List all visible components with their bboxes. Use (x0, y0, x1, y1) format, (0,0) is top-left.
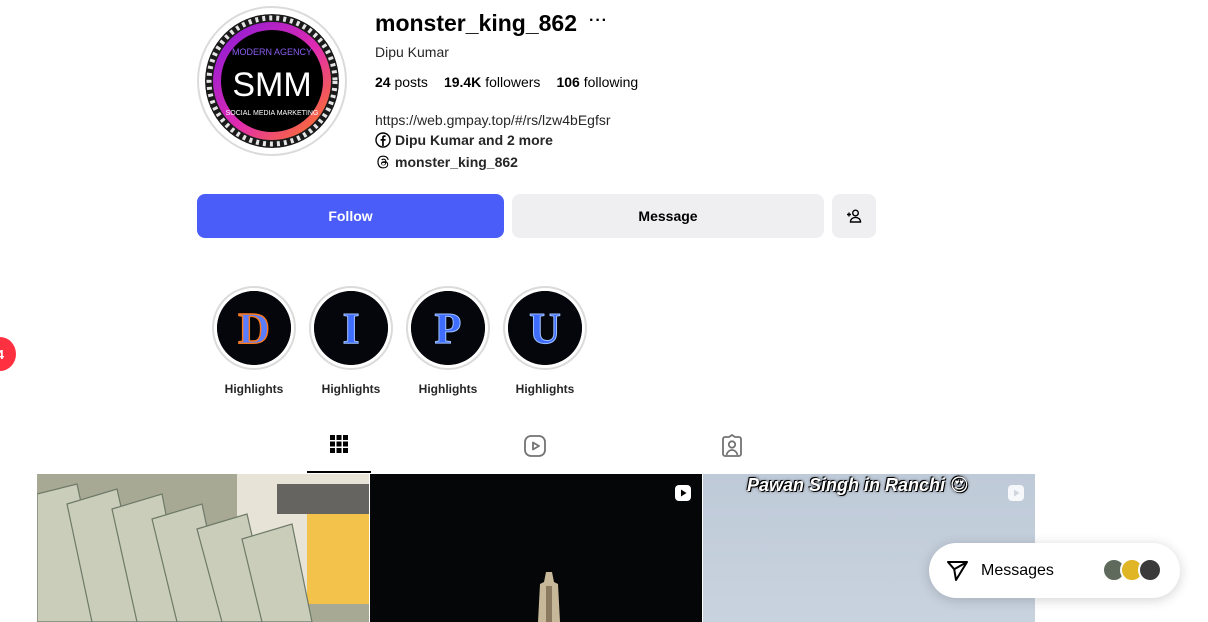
svg-text:I: I (342, 304, 359, 353)
highlight-label: Highlights (418, 382, 478, 396)
followers-count[interactable]: 19.4K followers (444, 74, 541, 90)
highlight-cover: P (406, 286, 490, 370)
recent-chats (1102, 558, 1162, 582)
messages-label: Messages (981, 561, 1054, 579)
suggest-user-button[interactable] (832, 194, 876, 238)
post-tile[interactable] (37, 474, 369, 622)
highlight-cover: U (503, 286, 587, 370)
message-button[interactable]: Message (512, 194, 824, 238)
tagged-icon (722, 434, 742, 457)
post-caption: Pawan Singh in Ranchi 😍 (747, 475, 969, 495)
follow-button[interactable]: Follow (197, 194, 504, 238)
active-tab-indicator (307, 471, 371, 473)
highlight-cover: I (309, 286, 393, 370)
bio-link[interactable]: https://web.gmpay.top/#/rs/lzw4bEgfsr (375, 112, 611, 128)
highlight-item[interactable]: P Highlights (406, 286, 490, 396)
avatar-text-main: SMM (232, 66, 311, 104)
person-add-icon (847, 209, 862, 223)
post-image (370, 474, 702, 622)
highlight-label: Highlights (321, 382, 381, 396)
tab-tagged[interactable] (700, 434, 764, 474)
highlight-label: Highlights (515, 382, 575, 396)
posts-count: 24 posts (375, 74, 428, 90)
avatar-text-top: MODERN AGENCY (232, 47, 312, 57)
highlight-label: Highlights (224, 382, 284, 396)
highlight-item[interactable]: D Highlights (212, 286, 296, 396)
avatar-image: MODERN AGENCY SMM SOCIAL MEDIA MARKETING (205, 14, 339, 148)
reels-icon (524, 435, 546, 457)
facebook-link[interactable]: Dipu Kumar and 2 more (375, 132, 553, 148)
reel-badge-icon (1008, 485, 1024, 501)
tab-posts[interactable] (307, 434, 371, 474)
send-icon (947, 560, 968, 581)
highlight-item[interactable]: U Highlights (503, 286, 587, 396)
highlight-item[interactable]: I Highlights (309, 286, 393, 396)
more-options-button[interactable]: ··· (589, 12, 608, 30)
threads-link[interactable]: monster_king_862 (375, 154, 518, 170)
svg-text:P: P (435, 304, 462, 353)
messages-button[interactable]: Messages (929, 543, 1180, 598)
full-name: Dipu Kumar (375, 44, 449, 60)
post-image (37, 474, 369, 622)
svg-text:D: D (238, 304, 270, 353)
facebook-icon (375, 132, 391, 148)
tab-reels[interactable] (503, 434, 567, 474)
following-count[interactable]: 106 following (556, 74, 638, 90)
notification-badge[interactable]: 4 (0, 337, 16, 371)
threads-icon (377, 155, 389, 169)
profile-page: 4 MODERN AGENCY SMM SOCIAL MEDIA MARKETI… (0, 0, 1208, 622)
highlight-cover: D (212, 286, 296, 370)
profile-stats: 24 posts 19.4K followers 106 following (375, 74, 638, 90)
username: monster_king_862 (375, 10, 577, 36)
profile-avatar[interactable]: MODERN AGENCY SMM SOCIAL MEDIA MARKETING (197, 6, 347, 156)
threads-link-text: monster_king_862 (395, 154, 518, 170)
reel-badge-icon (675, 485, 691, 501)
avatar (1138, 558, 1162, 582)
post-tile[interactable] (370, 474, 702, 622)
grid-icon (330, 435, 348, 453)
avatar-text-bottom: SOCIAL MEDIA MARKETING (226, 110, 319, 117)
facebook-link-text: Dipu Kumar and 2 more (395, 132, 553, 148)
svg-text:U: U (529, 304, 561, 353)
